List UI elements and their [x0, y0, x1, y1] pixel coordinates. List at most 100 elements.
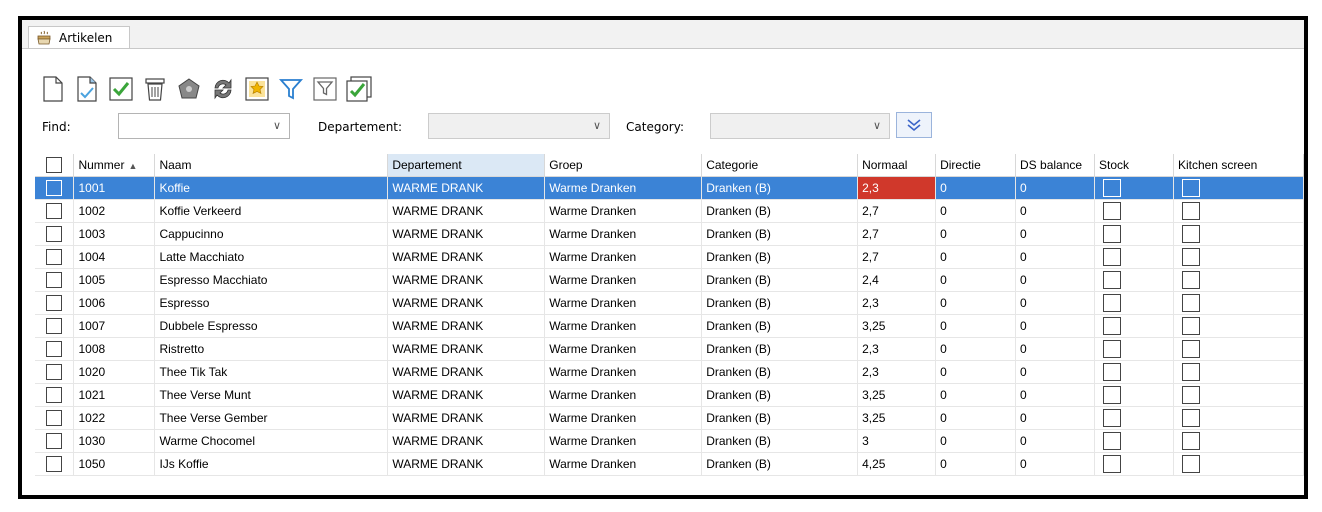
table-row[interactable]: 1003 Cappucinno WARME DRANK Warme Dranken Dr… [35, 222, 1304, 246]
checkbox-kitchen-screen[interactable] [1173, 406, 1304, 430]
cell-directie: 0 [935, 360, 1017, 384]
departement-combobox[interactable]: ∨ [428, 113, 610, 139]
row-select-checkbox[interactable] [35, 360, 75, 384]
row-select-checkbox[interactable] [35, 222, 75, 246]
cell-normaal: 2,7 [857, 245, 937, 269]
check-all-icon[interactable] [344, 73, 374, 105]
checkbox-stock[interactable] [1094, 314, 1174, 338]
checkbox-kitchen-screen[interactable] [1173, 199, 1304, 223]
checkbox-kitchen-screen[interactable] [1173, 245, 1304, 269]
checkbox-stock[interactable] [1094, 452, 1174, 476]
table-row[interactable]: 1022 Thee Verse Gember WARME DRANK Warme Dr… [35, 406, 1304, 430]
row-select-checkbox[interactable] [35, 268, 75, 292]
cell-categorie: Dranken (B) [701, 337, 859, 361]
checkbox-kitchen-screen[interactable] [1173, 429, 1304, 453]
table-row[interactable]: 1008 Ristretto WARME DRANK Warme Dranken Dra… [35, 337, 1304, 361]
checkbox-kitchen-screen[interactable] [1173, 222, 1304, 246]
cell-normaal: 4,25 [857, 452, 937, 476]
row-select-checkbox[interactable] [35, 383, 75, 407]
column-header-naam[interactable]: Naam [154, 154, 389, 177]
copy-document-icon[interactable] [72, 73, 102, 105]
table-row[interactable]: 1006 Espresso WARME DRANK Warme Dranken Dran… [35, 291, 1304, 315]
checkbox-stock[interactable] [1094, 291, 1174, 315]
category-combobox[interactable]: ∨ [710, 113, 890, 139]
cell-categorie: Dranken (B) [701, 199, 859, 223]
checkbox-stock[interactable] [1094, 176, 1174, 200]
select-all-checkbox[interactable] [35, 154, 75, 177]
column-header-kitchen-screen[interactable]: Kitchen screen [1173, 154, 1304, 177]
favorite-icon[interactable] [242, 73, 272, 105]
expand-filters-button[interactable] [896, 112, 932, 138]
checkbox-kitchen-screen[interactable] [1173, 337, 1304, 361]
checkbox-kitchen-screen[interactable] [1173, 360, 1304, 384]
table-row[interactable]: 1004 Latte Macchiato WARME DRANK Warme Dran… [35, 245, 1304, 269]
table-row[interactable]: 1050 IJs Koffie WARME DRANK Warme Dranken Dr… [35, 452, 1304, 476]
checkbox-stock[interactable] [1094, 337, 1174, 361]
column-header-categorie[interactable]: Categorie [701, 154, 859, 177]
checkbox-stock[interactable] [1094, 268, 1174, 292]
row-select-checkbox[interactable] [35, 314, 75, 338]
column-header-groep[interactable]: Groep [544, 154, 703, 177]
table-row[interactable]: 1020 Thee Tik Tak WARME DRANK Warme Dranken… [35, 360, 1304, 384]
cell-normaal: 2,3 [857, 176, 937, 200]
find-combobox[interactable]: ∨ [118, 113, 290, 139]
cell-ds: 0 [1015, 383, 1095, 407]
checkbox-stock[interactable] [1094, 245, 1174, 269]
column-header-stock[interactable]: Stock [1094, 154, 1174, 177]
column-header-normaal[interactable]: Normaal [857, 154, 937, 177]
table-row[interactable]: 1007 Dubbele Espresso WARME DRANK Warme Dra… [35, 314, 1304, 338]
table-row[interactable]: 1001 Koffie WARME DRANK Warme Dranken Dranke… [35, 176, 1304, 200]
checkbox-kitchen-screen[interactable] [1173, 176, 1304, 200]
table-row[interactable]: 1002 Koffie Verkeerd WARME DRANK Warme Dran… [35, 199, 1304, 223]
cell-ds: 0 [1015, 429, 1095, 453]
filter-outline-icon[interactable] [310, 73, 340, 105]
table-row[interactable]: 1030 Warme Chocomel WARME DRANK Warme Drank… [35, 429, 1304, 453]
checkmark-icon[interactable] [106, 73, 136, 105]
checkbox-stock[interactable] [1094, 199, 1174, 223]
refresh-icon[interactable] [208, 73, 238, 105]
row-select-checkbox[interactable] [35, 199, 75, 223]
row-select-checkbox[interactable] [35, 429, 75, 453]
cell-ds: 0 [1015, 291, 1095, 315]
checkbox-kitchen-screen[interactable] [1173, 268, 1304, 292]
cell-naam: Espresso [154, 291, 389, 315]
cell-departement: WARME DRANK [387, 337, 546, 361]
row-select-checkbox[interactable] [35, 176, 75, 200]
row-select-checkbox[interactable] [35, 245, 75, 269]
cell-nummer: 1006 [73, 291, 156, 315]
new-document-icon[interactable] [38, 73, 68, 105]
checkbox-stock[interactable] [1094, 429, 1174, 453]
row-select-checkbox[interactable] [35, 452, 75, 476]
tab-artikelen[interactable]: Artikelen [28, 26, 130, 48]
column-header-nummer[interactable]: Nummer ▲ [73, 154, 156, 177]
checkbox-kitchen-screen[interactable] [1173, 383, 1304, 407]
cell-naam: Koffie [154, 176, 389, 200]
shape-icon[interactable] [174, 73, 204, 105]
cell-groep: Warme Dranken [544, 337, 703, 361]
cell-groep: Warme Dranken [544, 245, 703, 269]
table-row[interactable]: 1021 Thee Verse Munt WARME DRANK Warme Dran… [35, 383, 1304, 407]
column-header-departement[interactable]: Departement [387, 154, 546, 177]
cell-groep: Warme Dranken [544, 314, 703, 338]
checkbox-kitchen-screen[interactable] [1173, 291, 1304, 315]
checkbox-stock[interactable] [1094, 406, 1174, 430]
toolbar [22, 49, 1304, 107]
cell-nummer: 1002 [73, 199, 156, 223]
checkbox-kitchen-screen[interactable] [1173, 314, 1304, 338]
row-select-checkbox[interactable] [35, 337, 75, 361]
cell-directie: 0 [935, 176, 1017, 200]
trash-icon[interactable] [140, 73, 170, 105]
column-header-directie[interactable]: Directie [935, 154, 1017, 177]
sort-ascending-icon: ▲ [128, 161, 138, 171]
row-select-checkbox[interactable] [35, 406, 75, 430]
departement-label: Departement: [318, 120, 403, 134]
checkbox-stock[interactable] [1094, 222, 1174, 246]
cell-nummer: 1030 [73, 429, 156, 453]
column-header-ds-balance[interactable]: DS balance [1015, 154, 1095, 177]
checkbox-stock[interactable] [1094, 383, 1174, 407]
table-row[interactable]: 1005 Espresso Macchiato WARME DRANK Warme D… [35, 268, 1304, 292]
filter-icon[interactable] [276, 73, 306, 105]
checkbox-kitchen-screen[interactable] [1173, 452, 1304, 476]
checkbox-stock[interactable] [1094, 360, 1174, 384]
row-select-checkbox[interactable] [35, 291, 75, 315]
